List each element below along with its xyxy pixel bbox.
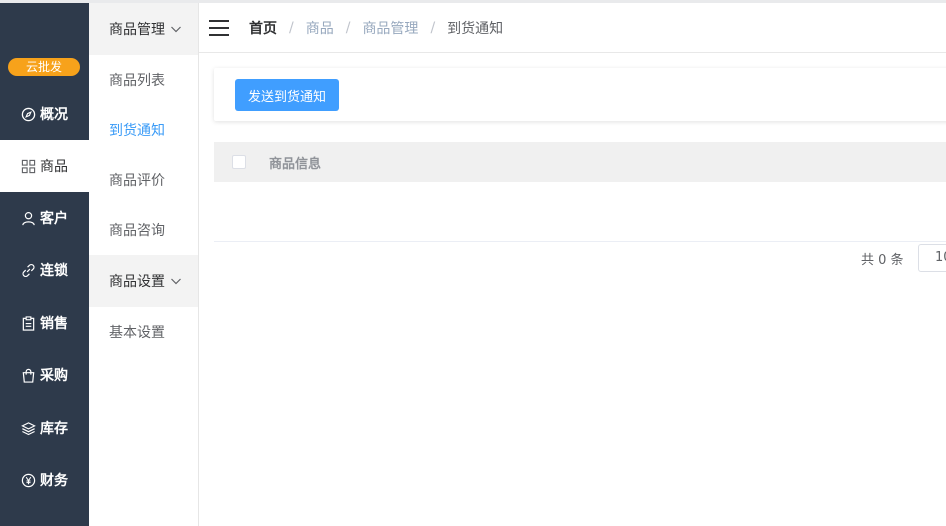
nav-item-overview[interactable]: 概况 — [0, 88, 89, 140]
nav-item-inventory[interactable]: 库存 — [0, 402, 89, 454]
bag-icon — [20, 367, 36, 383]
nav-item-label: 采购 — [40, 368, 68, 384]
chevron-down-icon — [171, 278, 181, 285]
nav-item-label: 财务 — [40, 473, 68, 489]
user-icon — [20, 210, 36, 226]
page-size-select[interactable]: 10 — [918, 244, 946, 272]
breadcrumb-separator: / — [289, 19, 294, 36]
link-icon — [20, 262, 36, 278]
sub-group-label: 商品设置 — [109, 274, 165, 290]
yen-icon — [20, 472, 36, 488]
pagination-total: 共 0 条 — [861, 253, 904, 268]
header-bar: 首页 / 商品 / 商品管理 / 到货通知 — [199, 3, 946, 53]
top-divider — [0, 0, 89, 3]
table-header: 商品信息 — [214, 142, 946, 182]
nav-item-label: 概况 — [40, 107, 68, 123]
sub-item-basic-settings[interactable]: 基本设置 — [89, 307, 198, 357]
app-root: 云批发 概况 商品 客户 连锁 销售 采购 库存 财务 商品管理 商品列表 到货… — [0, 0, 946, 526]
sub-group-goods-settings[interactable]: 商品设置 — [89, 255, 198, 307]
layers-icon — [20, 420, 36, 436]
main-sidebar: 云批发 概况 商品 客户 连锁 销售 采购 库存 财务 — [0, 0, 89, 526]
nav-item-label: 库存 — [40, 421, 68, 437]
nav-item-label: 商品 — [40, 159, 68, 175]
brand-badge: 云批发 — [8, 58, 80, 76]
column-header-goods-info: 商品信息 — [269, 156, 322, 172]
sub-item-goods-list[interactable]: 商品列表 — [89, 55, 198, 105]
nav-item-goods[interactable]: 商品 — [0, 140, 89, 192]
sub-item-arrival-notice[interactable]: 到货通知 — [89, 105, 198, 155]
nav-item-finance[interactable]: 财务 — [0, 454, 89, 506]
nav-item-purchase[interactable]: 采购 — [0, 349, 89, 401]
clipboard-icon — [20, 315, 36, 331]
breadcrumb-goods[interactable]: 商品 — [306, 18, 334, 38]
chevron-down-icon — [171, 26, 181, 33]
nav-item-chain[interactable]: 连锁 — [0, 244, 89, 296]
compass-icon — [20, 106, 36, 122]
menu-toggle-icon[interactable] — [209, 19, 229, 36]
select-all-checkbox[interactable] — [232, 155, 246, 169]
breadcrumb-current: 到货通知 — [447, 20, 504, 37]
nav-item-label: 客户 — [40, 211, 68, 227]
table-bottom-border — [214, 241, 946, 242]
breadcrumb-goods-management[interactable]: 商品管理 — [362, 18, 418, 38]
sub-item-goods-reviews[interactable]: 商品评价 — [89, 155, 198, 205]
nav-item-customers[interactable]: 客户 — [0, 192, 89, 244]
breadcrumb-separator: / — [430, 19, 436, 36]
grid-icon — [20, 158, 36, 174]
breadcrumb-separator: / — [345, 19, 351, 36]
breadcrumb-home[interactable]: 首页 — [249, 18, 277, 38]
sub-group-goods-management[interactable]: 商品管理 — [89, 3, 198, 55]
sub-sidebar: 商品管理 商品列表 到货通知 商品评价 商品咨询 商品设置 基本设置 — [89, 3, 199, 526]
send-arrival-notice-button[interactable]: 发送到货通知 — [235, 79, 339, 111]
nav-item-label: 销售 — [40, 316, 68, 332]
breadcrumb: 首页 / 商品 / 商品管理 / 到货通知 — [249, 18, 503, 38]
nav-item-label: 连锁 — [40, 263, 68, 279]
sub-item-goods-inquiries[interactable]: 商品咨询 — [89, 205, 198, 255]
nav-item-sales[interactable]: 销售 — [0, 297, 89, 349]
sub-group-label: 商品管理 — [109, 22, 165, 38]
toolbar-card: 发送到货通知 — [214, 68, 946, 121]
